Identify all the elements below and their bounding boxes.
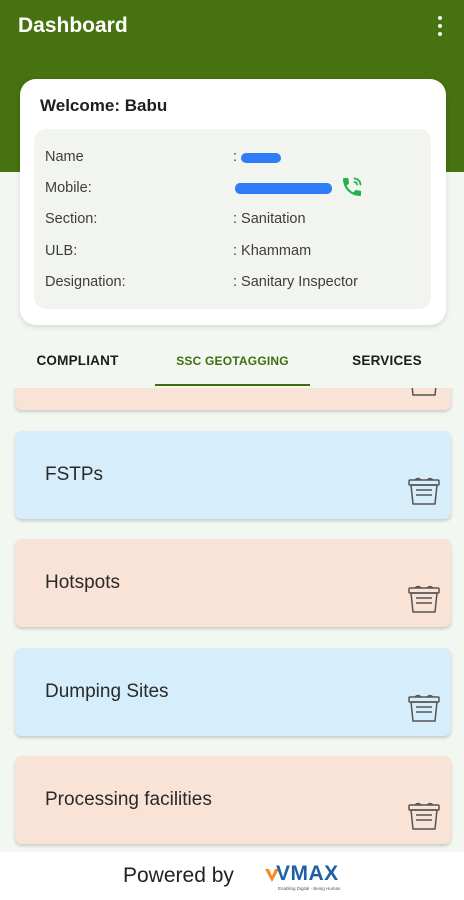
active-tab-indicator — [155, 384, 310, 386]
list-item-processing-facilities[interactable]: Processing facilities — [15, 756, 451, 844]
redacted-mobile — [235, 183, 332, 194]
list-item-partial[interactable] — [15, 388, 451, 410]
section-value: : Sanitation — [233, 211, 306, 227]
vmax-logo: VMAX Enabling Digital · Being Human — [264, 862, 341, 894]
item-label: Processing facilities — [45, 789, 212, 810]
dustbin-icon — [408, 585, 440, 613]
page-title: Dashboard — [18, 14, 128, 37]
dustbin-icon — [411, 388, 437, 396]
redacted-name — [241, 153, 281, 163]
more-vert-icon[interactable] — [430, 14, 450, 38]
name-label: Name — [45, 149, 84, 165]
section-label: Section: — [45, 211, 98, 227]
mobile-label: Mobile: — [45, 180, 92, 196]
profile-card: Welcome: Babu Name : Mobile: Section: : … — [20, 79, 446, 325]
name-value: : — [233, 149, 238, 165]
menu-dot — [438, 24, 442, 28]
geotagging-list[interactable]: FSTPs Hotspots Dumping Sites Processing … — [0, 388, 464, 852]
list-item-fstps[interactable]: FSTPs — [15, 431, 451, 519]
welcome-text: Welcome: Babu — [40, 96, 168, 115]
profile-info-panel: Name : Mobile: Section: : Sanitation ULB… — [34, 129, 431, 309]
designation-value: : Sanitary Inspector — [233, 274, 358, 290]
list-item-hotspots[interactable]: Hotspots — [15, 539, 451, 627]
ulb-label: ULB: — [45, 243, 78, 259]
dustbin-icon — [408, 694, 440, 722]
footer: Powered by VMAX Enabling Digital · Being… — [0, 852, 464, 900]
phone-icon[interactable] — [340, 175, 364, 199]
item-label: Hotspots — [45, 572, 120, 593]
vmax-logo-text: VMAX — [276, 862, 339, 885]
vmax-tagline: Enabling Digital · Being Human — [278, 886, 341, 891]
powered-by-text: Powered by — [123, 864, 234, 887]
tab-services[interactable]: SERVICES — [310, 338, 464, 386]
profile-row-name: Name : — [34, 145, 431, 169]
menu-dot — [438, 32, 442, 36]
profile-row-mobile: Mobile: — [34, 176, 431, 200]
profile-row-section: Section: : Sanitation — [34, 207, 431, 231]
menu-dot — [438, 16, 442, 20]
profile-row-ulb: ULB: : Khammam — [34, 239, 431, 263]
tab-ssc-geotagging[interactable]: SSC GEOTAGGING — [155, 338, 310, 386]
designation-label: Designation: — [45, 274, 126, 290]
item-label: Dumping Sites — [45, 681, 169, 702]
list-item-dumping-sites[interactable]: Dumping Sites — [15, 648, 451, 736]
tab-compliant[interactable]: COMPLIANT — [0, 338, 155, 386]
dustbin-icon — [408, 802, 440, 830]
item-label: FSTPs — [45, 464, 104, 485]
tab-bar: COMPLIANT SSC GEOTAGGING SERVICES — [0, 338, 464, 388]
profile-row-designation: Designation: : Sanitary Inspector — [34, 270, 431, 294]
dustbin-icon — [408, 477, 440, 505]
ulb-value: : Khammam — [233, 243, 312, 259]
